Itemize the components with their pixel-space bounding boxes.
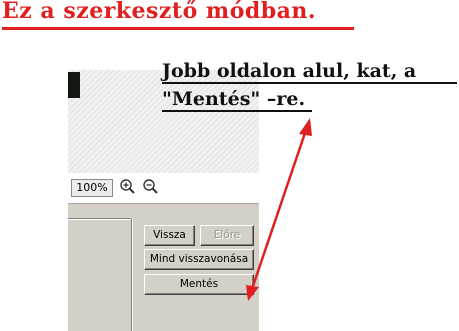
title-underline (2, 27, 354, 30)
dark-tab-marker (68, 72, 80, 98)
instruction-note: Jobb oldalon alul, kat, a "Mentés" –re. (162, 57, 416, 113)
zoom-in-icon[interactable] (119, 178, 136, 195)
save-button[interactable]: Mentés (144, 274, 254, 295)
instruction-line-2: "Mentés" –re. (162, 88, 306, 110)
instruction-underline-1 (162, 82, 457, 84)
instruction-underline-2 (162, 110, 312, 112)
zoom-out-icon[interactable] (142, 178, 159, 195)
panel-divider (131, 218, 133, 331)
panel-separator (68, 218, 130, 220)
editor-button-panel: Vissza Előre Mind visszavonása Mentés (68, 203, 259, 331)
zoom-level-field[interactable]: 100% (71, 179, 113, 197)
zoom-toolbar: 100% (68, 173, 259, 203)
undo-all-button[interactable]: Mind visszavonása (144, 249, 254, 270)
forward-button[interactable]: Előre (200, 225, 254, 246)
back-button[interactable]: Vissza (144, 225, 195, 246)
instruction-line-1: Jobb oldalon alul, kat, a (162, 60, 417, 82)
page-title: Ez a szerkesztő módban. (2, 0, 317, 24)
